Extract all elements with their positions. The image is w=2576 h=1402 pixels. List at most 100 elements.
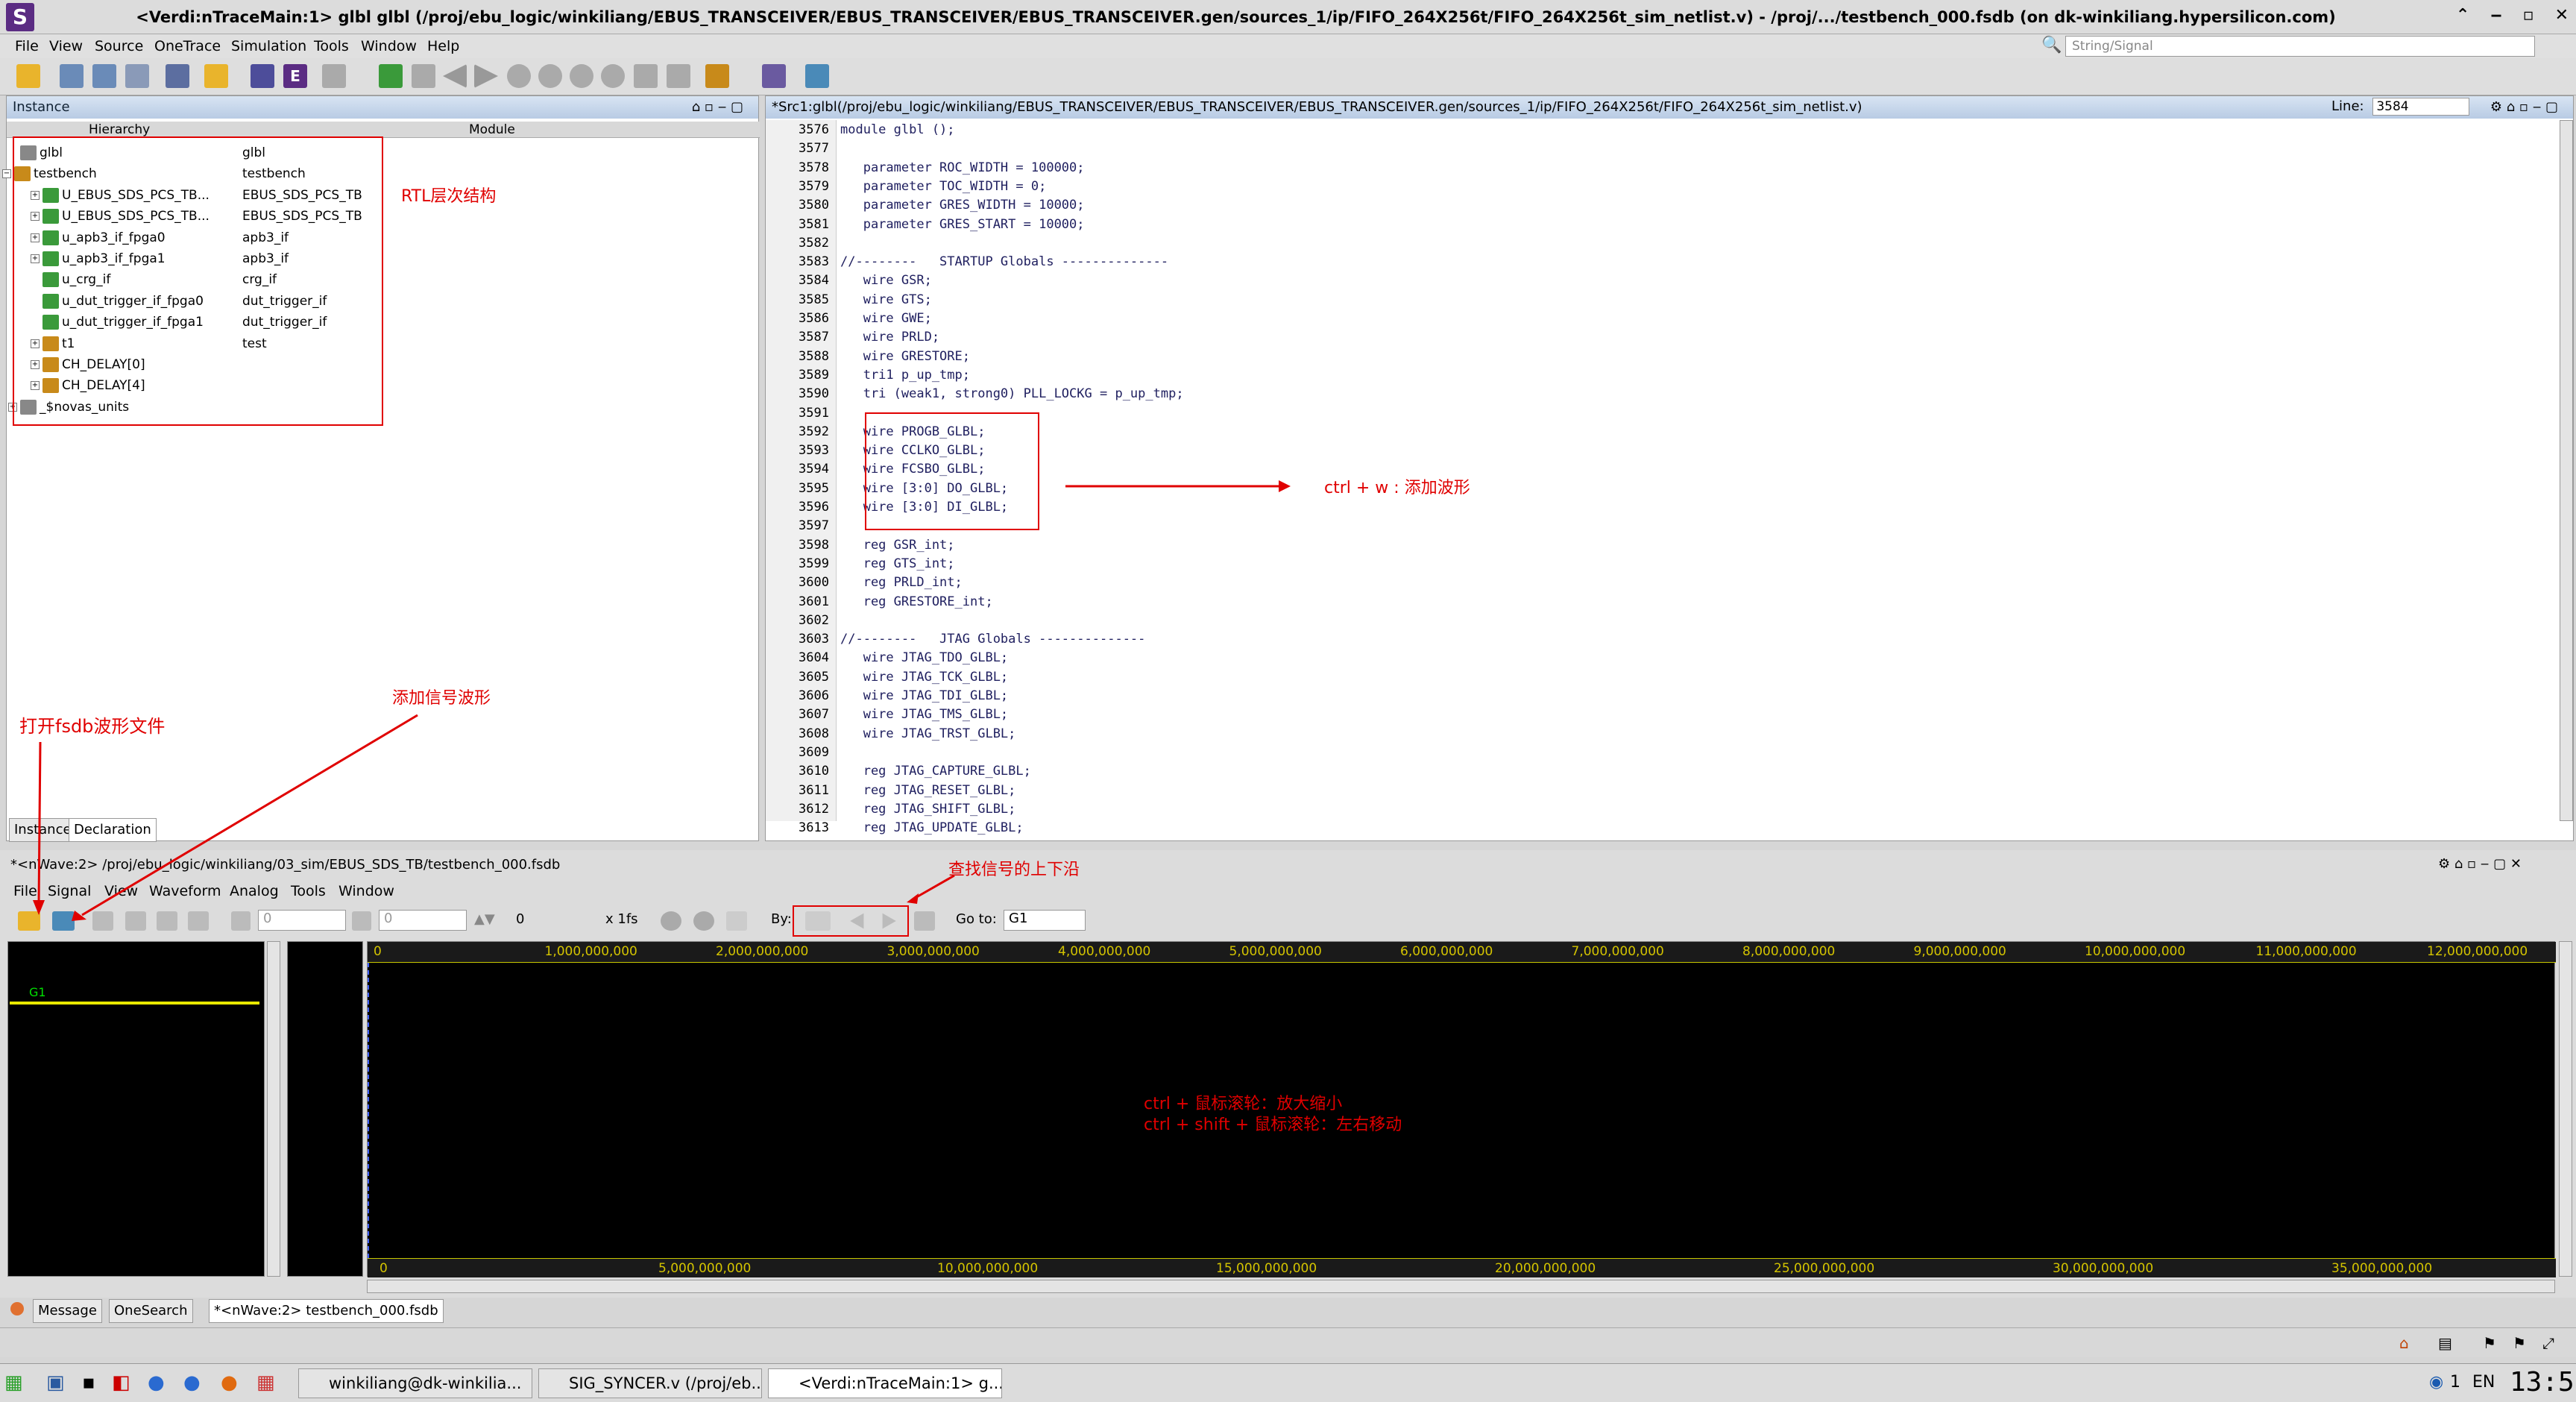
zoom-fit-icon[interactable] (726, 911, 747, 931)
code-line[interactable]: 3585 wire GTS; (766, 291, 2555, 309)
close-icon[interactable]: ✕ (2555, 6, 2569, 25)
nwave-window-controls[interactable]: ⚙ ⌂ ▫ ‒ ▢ ✕ (2438, 856, 2522, 872)
code-line[interactable]: 3579 parameter TOC_WIDTH = 0; (766, 177, 2555, 196)
code-line[interactable]: 3606 wire JTAG_TDI_GLBL; (766, 687, 2555, 705)
layout-icon[interactable]: ▤ (2438, 1334, 2452, 1352)
green-l-icon[interactable] (379, 64, 403, 88)
bookmark2-icon[interactable] (667, 64, 690, 88)
search-icon[interactable]: 🔍 (2041, 36, 2062, 54)
e-icon[interactable]: E (283, 64, 307, 88)
open-folder-icon[interactable] (16, 64, 40, 88)
trace-icon[interactable] (125, 64, 149, 88)
code-line[interactable]: 3607 wire JTAG_TMS_GLBL; (766, 705, 2555, 724)
code-line[interactable]: 3601 reg GRESTORE_int; (766, 593, 2555, 612)
expand-icon[interactable]: ⤢ (2542, 1334, 2554, 1352)
code-line[interactable]: 3612 reg JTAG_SHIFT_GLBL; (766, 800, 2555, 819)
time-ruler-top[interactable]: 0 1,000,000,000 2,000,000,000 3,000,000,000… (368, 942, 2556, 963)
menu-source[interactable]: Source (95, 38, 143, 54)
code-line[interactable]: 3605 wire JTAG_TCK_GLBL; (766, 668, 2555, 687)
run-icon[interactable] (705, 64, 729, 88)
copy-icon[interactable] (322, 64, 346, 88)
col-hierarchy[interactable]: Hierarchy (89, 122, 150, 137)
code-line[interactable]: 3600 reg PRLD_int; (766, 573, 2555, 592)
signal-pane-scrollbar[interactable] (267, 941, 280, 1277)
source-scrollbar[interactable] (2560, 120, 2573, 821)
code-line[interactable]: 3604 wire JTAG_TDO_GLBL; (766, 649, 2555, 667)
down-icon[interactable] (601, 64, 625, 88)
search-edge-icon[interactable] (914, 911, 935, 931)
code-line[interactable]: 3608 wire JTAG_TRST_GLBL; (766, 725, 2555, 744)
code-line[interactable]: 3590 tri (weak1, strong0) PLL_LOCKG = p_… (766, 385, 2555, 403)
maximize-icon[interactable]: ▫ (2523, 6, 2534, 25)
tool-icon[interactable]: ⚑ (2483, 1334, 2496, 1352)
firefox-icon[interactable]: ● (221, 1371, 238, 1394)
signal-name-pane[interactable]: G1 (7, 941, 265, 1277)
app3-icon[interactable]: ▦ (256, 1371, 275, 1394)
tool2-icon[interactable]: ⚑ (2513, 1334, 2526, 1352)
code-line[interactable]: 3576 module glbl (); (766, 121, 2555, 139)
code-line[interactable]: 3609 (766, 744, 2555, 762)
tab-nwave[interactable]: *<nWave:2> testbench_000.fsdb (209, 1299, 444, 1323)
line-input[interactable] (2372, 98, 2470, 116)
forward-arrow-icon[interactable] (474, 64, 498, 88)
menu-simulation[interactable]: Simulation (231, 38, 306, 54)
minimize-icon[interactable]: ‒ (2490, 6, 2501, 25)
wave-icon[interactable] (762, 64, 786, 88)
wave-hscrollbar[interactable] (367, 1280, 2555, 1293)
back-arrow-icon[interactable] (443, 64, 467, 88)
menu-tools[interactable]: Tools (314, 38, 349, 54)
expand-toggle-icon[interactable]: − (2, 169, 11, 179)
task-terminal[interactable]: winkiliang@dk-winkilia... (298, 1368, 532, 1398)
folder-icon[interactable] (204, 64, 228, 88)
nav-icon[interactable] (507, 64, 531, 88)
code-line[interactable]: 3613 reg JTAG_UPDATE_GLBL; (766, 819, 2555, 837)
code-line[interactable]: 3603//-------- JTAG Globals ------------… (766, 630, 2555, 649)
code-line[interactable]: 3598 reg GSR_int; (766, 536, 2555, 555)
home-icon[interactable]: ⌂ (2399, 1334, 2409, 1352)
gray-icon[interactable] (412, 64, 435, 88)
code-line[interactable]: 3588 wire GRESTORE; (766, 348, 2555, 366)
signal-icon[interactable] (805, 64, 829, 88)
edit-icon[interactable] (251, 64, 274, 88)
code-line[interactable]: 3582 (766, 234, 2555, 253)
waveform-pane[interactable]: 0 1,000,000,000 2,000,000,000 3,000,000,000… (367, 941, 2556, 1277)
network-icon[interactable]: ◉ (2429, 1373, 2443, 1392)
app2-icon[interactable]: ● (183, 1371, 201, 1394)
code-line[interactable]: 3581 parameter GRES_START = 10000; (766, 216, 2555, 234)
tab-message[interactable]: Message (33, 1299, 102, 1323)
delta-arrows-icon[interactable]: ▲▼ (474, 911, 495, 927)
bookmark-icon[interactable] (634, 64, 658, 88)
code-line[interactable]: 3589 tri1 p_up_tmp; (766, 366, 2555, 385)
up-icon[interactable] (570, 64, 593, 88)
code-line[interactable]: 3611 reg JTAG_RESET_GLBL; (766, 782, 2555, 800)
time-ruler-bottom[interactable]: 0 5,000,000,000 10,000,000,000 15,000,000,0… (368, 1258, 2556, 1277)
code-line[interactable]: 3599 reg GTS_int; (766, 555, 2555, 573)
app-icon[interactable]: ● (148, 1371, 165, 1394)
zoom-in-icon[interactable] (693, 911, 714, 931)
schematic-icon[interactable] (166, 64, 189, 88)
code-line[interactable]: 3586 wire GWE; (766, 309, 2555, 328)
apps-grid-icon[interactable]: ▦ (4, 1371, 23, 1394)
col-module[interactable]: Module (469, 122, 515, 137)
group-name[interactable]: G1 (29, 985, 46, 999)
menu-view[interactable]: View (49, 38, 83, 54)
src-panel-controls[interactable]: ⚙ ⌂ ▫ ‒ ▢ (2490, 99, 2558, 115)
code-line[interactable]: 3587 wire PRLD; (766, 328, 2555, 347)
filezilla-icon[interactable]: ◧ (112, 1371, 130, 1394)
tab-onesearch[interactable]: OneSearch (109, 1299, 193, 1323)
code-line[interactable]: 3577 (766, 139, 2555, 158)
menu-window[interactable]: Window (361, 38, 417, 54)
menu-help[interactable]: Help (427, 38, 459, 54)
task-editor[interactable]: SIG_SYNCER.v (/proj/eb... (538, 1368, 762, 1398)
goto-select[interactable]: G1 (1004, 910, 1086, 931)
desktop-icon[interactable]: ▣ (46, 1371, 65, 1394)
module-icon[interactable] (92, 64, 116, 88)
code-line[interactable]: 3610 reg JTAG_CAPTURE_GLBL; (766, 762, 2555, 781)
lang-indicator[interactable]: EN (2472, 1373, 2495, 1392)
terminal-icon[interactable]: ▪ (82, 1371, 95, 1394)
menu-onetrace[interactable]: OneTrace (154, 38, 221, 54)
task-verdi[interactable]: <Verdi:nTraceMain:1> g... (768, 1368, 1002, 1398)
panel-controls[interactable]: ⌂ ▫ ‒ ▢ (692, 99, 743, 115)
menu-file[interactable]: File (15, 38, 39, 54)
code-line[interactable]: 3602 (766, 612, 2555, 630)
